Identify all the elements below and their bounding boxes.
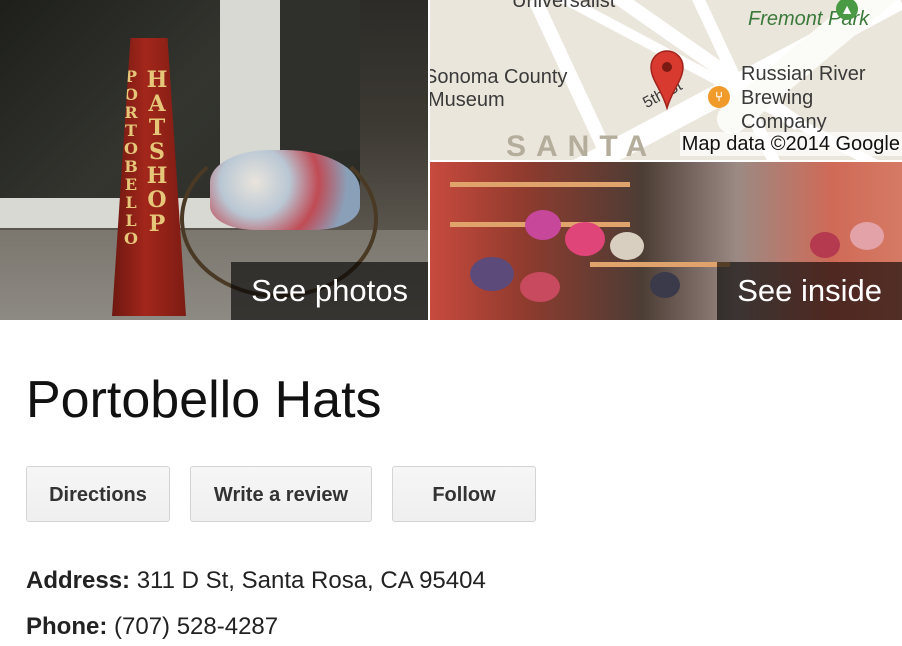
- map-label-brewery-2: Brewing: [741, 87, 814, 109]
- map-label-brewery-3: Company: [741, 111, 827, 133]
- directions-button[interactable]: Directions: [26, 466, 170, 522]
- map-label-museum-1: Sonoma County: [430, 66, 568, 88]
- map-label-brewery-1: Russian River: [741, 63, 866, 85]
- write-review-button[interactable]: Write a review: [190, 466, 372, 522]
- hats-display: [210, 150, 360, 230]
- map-thumbnail[interactable]: Universalist Fremont Park ▲ Sonoma Count…: [430, 0, 902, 160]
- phone-row: Phone: (707) 528-4287: [26, 612, 278, 642]
- hat: [470, 257, 514, 291]
- address-value: 311 D St, Santa Rosa, CA 95404: [136, 567, 486, 594]
- restaurant-icon: ⑂: [708, 86, 730, 108]
- phone-label: Phone:: [26, 613, 108, 640]
- shelf: [590, 262, 730, 267]
- address-label: Address:: [26, 567, 131, 594]
- hat: [850, 222, 884, 250]
- follow-button[interactable]: Follow: [392, 466, 536, 522]
- see-inside-button[interactable]: See inside: [717, 262, 902, 320]
- sign-text-hat-shop: HAT SHOP: [146, 67, 168, 237]
- hat: [810, 232, 840, 258]
- map-label-universalist: Universalist: [512, 0, 616, 12]
- map-label-museum-2: Museum: [430, 89, 505, 111]
- map-label-area: SANTA: [506, 130, 658, 160]
- see-photos-button[interactable]: See photos: [231, 262, 428, 320]
- map-copyright: Map data ©2014 Google: [679, 132, 902, 156]
- hat: [650, 272, 680, 298]
- inside-photo[interactable]: See inside: [430, 162, 902, 320]
- storefront-photo[interactable]: PORTOBELLO HAT SHOP See photos: [0, 0, 428, 320]
- map-pin-icon: [650, 50, 684, 110]
- door-glass: [280, 0, 360, 150]
- hat: [520, 272, 560, 302]
- hat: [565, 222, 605, 256]
- hat: [610, 232, 644, 260]
- address-row: Address: 311 D St, Santa Rosa, CA 95404: [26, 566, 486, 596]
- hat: [525, 210, 561, 240]
- shelf: [450, 182, 630, 187]
- phone-value[interactable]: (707) 528-4287: [114, 613, 278, 640]
- place-title: Portobello Hats: [26, 371, 382, 429]
